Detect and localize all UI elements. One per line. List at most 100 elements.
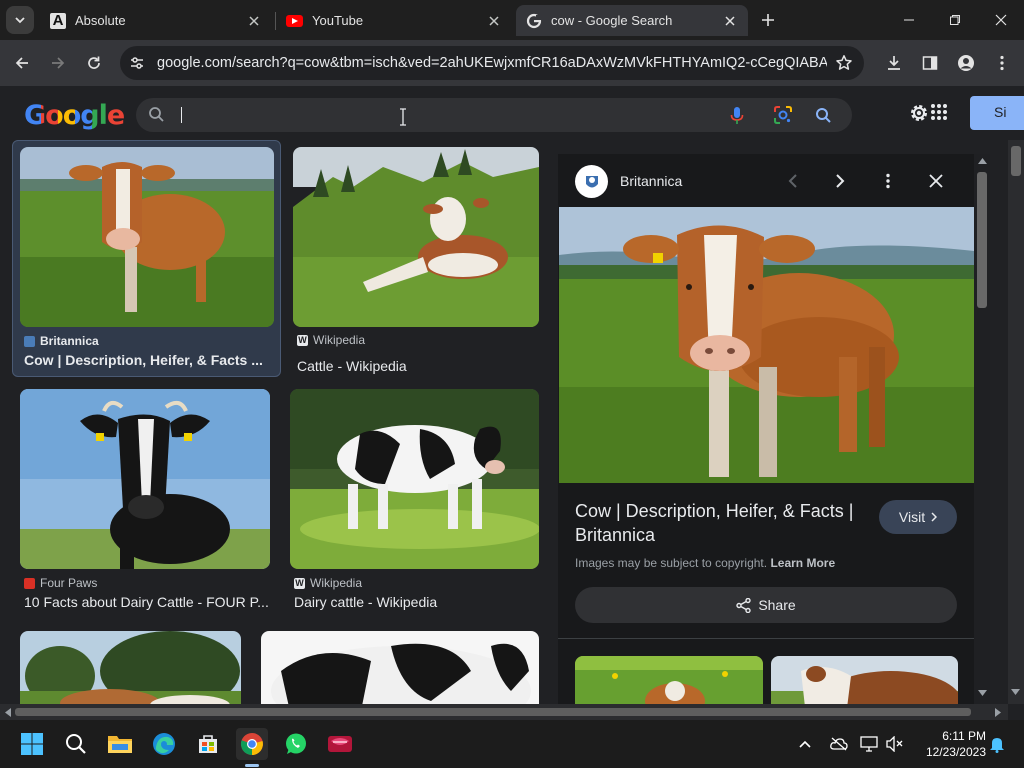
page-scrollbar[interactable]: [1008, 140, 1024, 704]
result-source-label: Wikipedia: [310, 576, 363, 590]
show-hidden-icons-button[interactable]: [790, 728, 820, 760]
active-app-indicator: [245, 764, 259, 767]
share-button[interactable]: Share: [575, 587, 957, 623]
clock-date: 12/23/2023: [925, 745, 986, 759]
result-title[interactable]: Cow | Description, Heifer, & Facts ...: [24, 352, 274, 368]
network-button[interactable]: [856, 728, 882, 760]
onedrive-button[interactable]: [824, 728, 854, 760]
learn-more-link[interactable]: Learn More: [770, 556, 835, 570]
profile-button[interactable]: [952, 49, 980, 77]
related-image[interactable]: [771, 656, 958, 704]
image-result-card[interactable]: W Wikipedia Dairy cattle - Wikipedia: [290, 389, 539, 614]
restore-button[interactable]: [932, 0, 978, 40]
search-box[interactable]: [136, 98, 852, 132]
britannica-favicon-icon: [24, 335, 35, 347]
result-title[interactable]: 10 Facts about Dairy Cattle - FOUR P...: [24, 594, 272, 610]
arrow-left-icon: [15, 57, 28, 69]
copyright-notice: Images may be subject to copyright. Lear…: [575, 556, 835, 570]
voice-search-icon[interactable]: [727, 105, 747, 125]
image-result-card[interactable]: Britannica Cow | Description, Heifer, & …: [12, 140, 281, 377]
scroll-right-arrow-icon[interactable]: [995, 708, 1001, 717]
reload-button[interactable]: [80, 49, 108, 77]
side-panel-button[interactable]: [916, 49, 944, 77]
close-icon[interactable]: [722, 13, 738, 29]
image-result-card[interactable]: Four Paws 10 Facts about Dairy Cattle - …: [20, 389, 270, 614]
forward-button[interactable]: [44, 49, 72, 77]
notifications-button[interactable]: [984, 728, 1010, 760]
windows-logo-icon: [21, 733, 43, 755]
close-window-button[interactable]: [978, 0, 1024, 40]
horizontal-scrollbar-thumb[interactable]: [15, 708, 971, 716]
chevron-down-icon: [15, 17, 25, 24]
scroll-down-arrow-icon[interactable]: [1011, 689, 1020, 695]
sign-in-button[interactable]: Si: [970, 96, 1024, 130]
result-title[interactable]: Dairy cattle - Wikipedia: [294, 594, 534, 610]
result-source-label: Four Paws: [40, 576, 98, 590]
browser-menu-button[interactable]: [988, 49, 1016, 77]
preview-image[interactable]: [559, 207, 974, 483]
close-panel-button[interactable]: [924, 169, 948, 193]
tab-youtube[interactable]: YouTube: [276, 5, 512, 36]
result-title[interactable]: Cattle - Wikipedia: [297, 358, 537, 374]
visit-button[interactable]: Visit: [879, 500, 957, 534]
google-logo[interactable]: Google: [24, 100, 125, 131]
lens-search-icon[interactable]: [773, 105, 793, 125]
scroll-up-arrow-icon[interactable]: [978, 158, 987, 164]
result-image[interactable]: [20, 631, 241, 704]
image-result-card[interactable]: W Wikipedia Cattle - Wikipedia: [293, 147, 539, 375]
result-image[interactable]: [20, 389, 270, 569]
apps-grid-icon[interactable]: [930, 103, 948, 121]
text-cursor-icon: [400, 108, 406, 126]
clock-time: 6:11 PM: [942, 729, 986, 743]
scroll-down-arrow-icon[interactable]: [978, 690, 987, 696]
britannica-logo[interactable]: [575, 165, 608, 198]
close-icon[interactable]: [246, 13, 262, 29]
file-explorer-button[interactable]: [104, 728, 136, 760]
restore-icon: [950, 15, 960, 25]
search-input[interactable]: [180, 104, 740, 126]
chrome-taskbar-button[interactable]: [236, 728, 268, 760]
edge-icon: [153, 733, 175, 755]
panel-title[interactable]: Cow | Description, Heifer, & Facts | Bri…: [575, 499, 875, 547]
panel-scrollbar-thumb[interactable]: [977, 172, 987, 308]
new-tab-button[interactable]: [756, 8, 780, 32]
result-image[interactable]: [293, 147, 539, 327]
panel-more-button[interactable]: [876, 169, 900, 193]
panel-source[interactable]: Britannica: [620, 173, 682, 189]
url-text[interactable]: google.com/search?q=cow&tbm=isch&ved=2ah…: [157, 55, 827, 71]
edge-browser-button[interactable]: [148, 728, 180, 760]
result-image[interactable]: [290, 389, 539, 569]
bookmark-star-icon[interactable]: [834, 53, 854, 73]
taskbar-search-button[interactable]: [60, 728, 92, 760]
network-icon: [860, 736, 878, 752]
start-button[interactable]: [16, 728, 48, 760]
bell-icon: [990, 738, 1004, 753]
tab-search-button[interactable]: [6, 6, 34, 34]
related-image[interactable]: [575, 656, 763, 704]
search-submit-icon[interactable]: [813, 105, 833, 125]
whatsapp-icon: [286, 733, 306, 754]
image-preview-panel: Britannica Cow | Description, Heifer, & …: [558, 154, 974, 704]
close-icon[interactable]: [486, 13, 502, 29]
minimize-button[interactable]: [886, 0, 932, 40]
result-source: Four Paws: [24, 576, 97, 590]
settings-gear-icon[interactable]: [908, 102, 930, 124]
result-image[interactable]: [20, 147, 274, 327]
scroll-left-arrow-icon[interactable]: [5, 708, 11, 717]
next-image-button[interactable]: [828, 169, 852, 193]
four-paws-favicon-icon: [24, 577, 35, 589]
site-info-icon[interactable]: [126, 52, 148, 74]
tab-google-search[interactable]: cow - Google Search: [516, 5, 748, 36]
tab-absolute[interactable]: A Absolute: [40, 5, 272, 36]
result-image[interactable]: [261, 631, 539, 704]
microsoft-store-button[interactable]: [192, 728, 224, 760]
previous-image-button[interactable]: [781, 169, 805, 193]
clock[interactable]: 6:11 PM 12/23/2023: [914, 728, 986, 760]
downloads-button[interactable]: [880, 49, 908, 77]
address-bar[interactable]: google.com/search?q=cow&tbm=isch&ved=2ah…: [120, 46, 864, 80]
game-app-button[interactable]: [324, 728, 356, 760]
whatsapp-button[interactable]: [280, 728, 312, 760]
volume-button[interactable]: [882, 728, 908, 760]
back-button[interactable]: [8, 49, 36, 77]
page-scrollbar-thumb[interactable]: [1011, 146, 1021, 176]
